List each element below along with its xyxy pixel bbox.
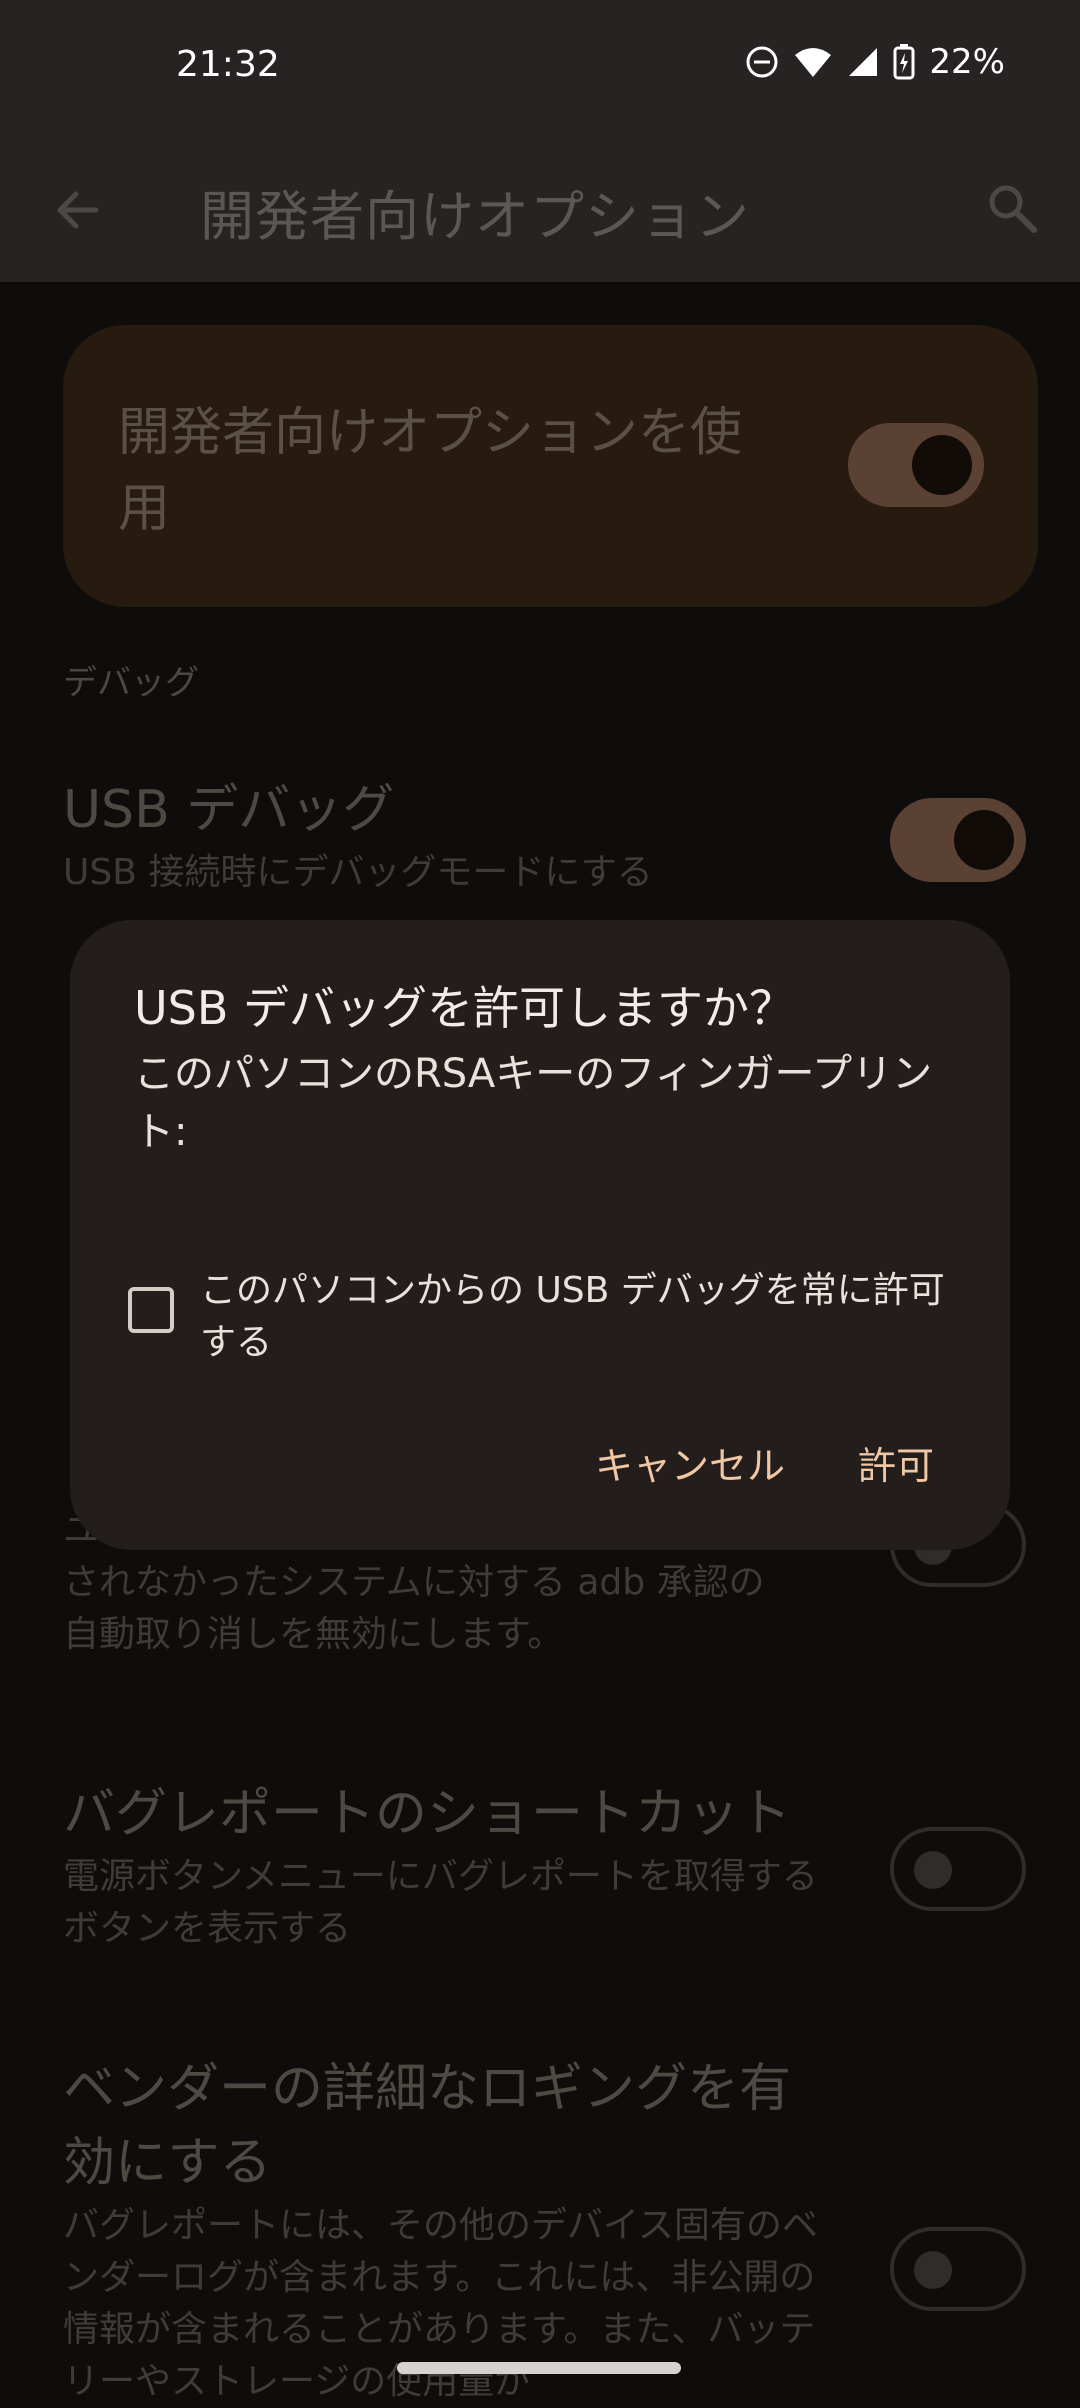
gesture-nav-handle[interactable] <box>397 2362 681 2374</box>
app-bar: 開発者向けオプション <box>0 140 1080 282</box>
dialog-title: USB デバッグを許可しますか？ <box>134 981 796 1035</box>
bugreport-shortcut-switch[interactable] <box>890 1827 1026 1911</box>
pref-bugreport-shortcut[interactable]: バグレポートのショートカット 電源ボタンメニューにバグレポートを取得するボタンを… <box>63 1777 1063 1955</box>
switch-knob <box>912 435 972 495</box>
pref-summary: USB 接続時にデバッグモードにする <box>63 852 653 893</box>
developer-options-main-toggle[interactable]: 開発者向けオプションを使用 <box>63 325 1038 607</box>
battery-charging-icon <box>893 44 915 80</box>
switch-knob <box>954 810 1014 870</box>
do-not-disturb-icon <box>745 45 779 79</box>
cell-signal-icon <box>847 46 879 78</box>
vendor-logging-switch[interactable] <box>890 2227 1026 2311</box>
status-icons: 22% <box>745 42 1005 82</box>
main-toggle-label: 開発者向けオプションを使用 <box>118 403 743 539</box>
usb-debugging-dialog: USB デバッグを許可しますか？ このパソコンのRSAキーのフィンガープリント:… <box>70 920 1010 1550</box>
search-icon[interactable] <box>982 178 1042 238</box>
pref-summary: 電源ボタンメニューにバグレポートを取得するボタンを表示する <box>63 1856 818 1949</box>
wifi-icon <box>793 45 833 79</box>
cancel-button[interactable]: キャンセル <box>595 1435 785 1490</box>
pref-title: ベンダーの詳細なロギングを有効にする <box>63 2059 792 2193</box>
usb-debugging-switch[interactable] <box>890 798 1026 882</box>
always-allow-label[interactable]: このパソコンからの USB デバッグを常に許可する <box>200 1265 980 1369</box>
switch-knob <box>914 1851 952 1889</box>
main-toggle-switch[interactable] <box>848 423 984 507</box>
pref-usb-debugging[interactable]: USB デバッグ USB 接続時にデバッグモードにする <box>63 773 1063 899</box>
always-allow-row[interactable]: このパソコンからの USB デバッグを常に許可する <box>126 1265 986 1369</box>
battery-percent: 22% <box>929 42 1005 82</box>
switch-knob <box>914 2251 952 2289</box>
dialog-message: このパソコンのRSAキーのフィンガープリント: <box>134 1051 933 1155</box>
status-bar: 21:32 22% <box>0 0 1080 140</box>
page-title: 開発者向けオプション <box>200 185 750 248</box>
allow-button[interactable]: 許可 <box>858 1435 934 1490</box>
pref-summary: バグレポートには、その他のデバイス固有のベンダーログが含まれます。これには、非公… <box>63 2205 818 2402</box>
status-time: 21:32 <box>176 44 280 85</box>
section-header-debug: デバッグ <box>63 663 199 703</box>
back-arrow-icon[interactable] <box>48 180 108 240</box>
pref-vendor-logging[interactable]: ベンダーの詳細なロギングを有効にする バグレポートには、その他のデバイス固有のベ… <box>63 2052 1063 2408</box>
always-allow-checkbox[interactable] <box>128 1287 174 1333</box>
